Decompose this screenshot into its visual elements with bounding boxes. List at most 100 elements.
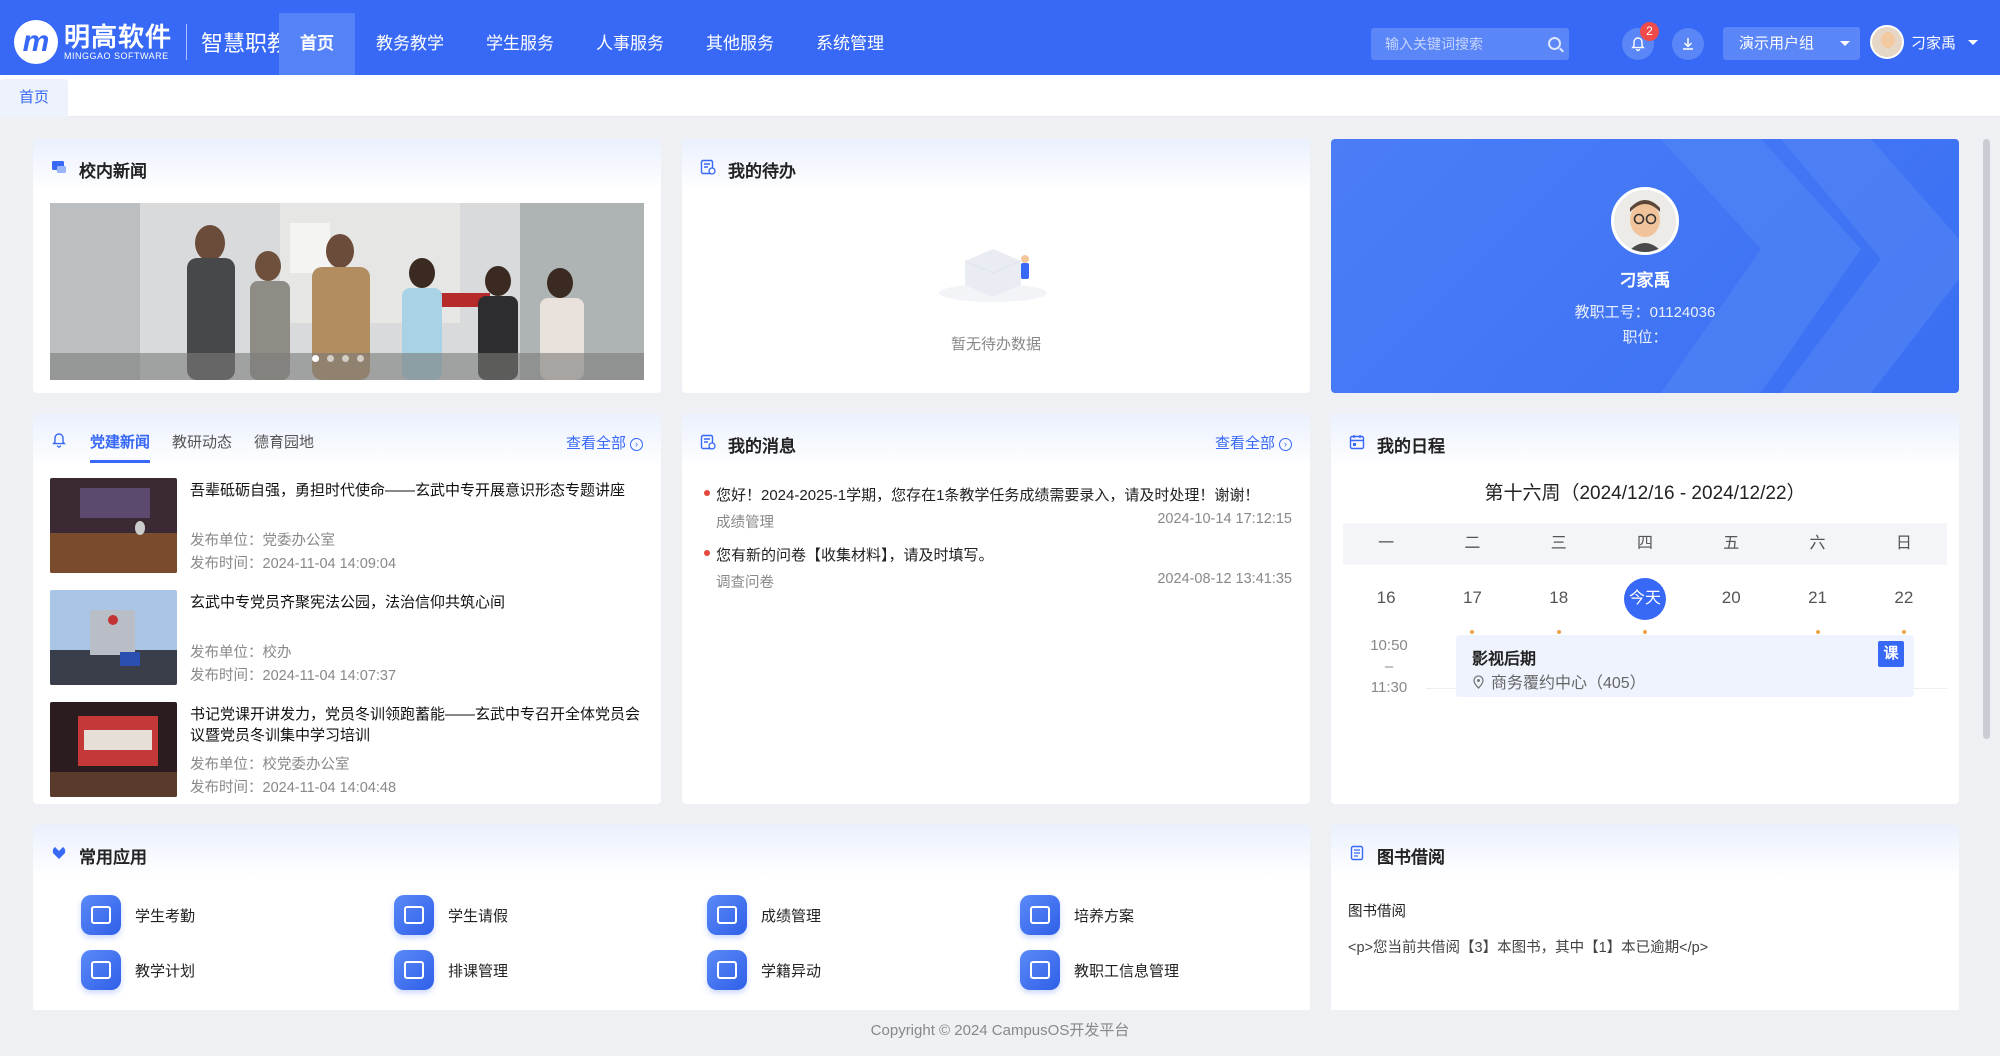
carousel-indicators bbox=[312, 355, 364, 362]
message-source: 成绩管理 bbox=[716, 515, 774, 531]
news-title[interactable]: 吾辈砥砺自强，勇担时代使命——玄武中专开展意识形态专题讲座 bbox=[190, 480, 644, 501]
list-item[interactable]: 玄武中专党员齐聚宪法公园，法治信仰共筑心间 发布单位：校办 发布时间：2024-… bbox=[50, 590, 644, 686]
leave-icon bbox=[394, 895, 434, 935]
weekday-label: 三 bbox=[1550, 535, 1567, 552]
party-news-panel: 党建新闻 教研动态 德育园地 查看全部 › 吾辈砥砺自强，勇担时代使命——玄武中专… bbox=[33, 414, 661, 804]
common-apps-panel: 常用应用 学生考勤 学生请假 成绩管理 培养方案 教学计划 排课管理 学籍异动 … bbox=[33, 825, 1310, 1010]
carousel-dot[interactable] bbox=[357, 355, 364, 362]
scrollbar[interactable] bbox=[1983, 139, 1990, 739]
user-menu[interactable]: 刁家禹 bbox=[1870, 25, 1979, 59]
message-item[interactable]: 您好！2024-2025-1学期，您存在1条教学任务成绩需要录入，请及时处理！谢… bbox=[704, 484, 1292, 531]
news-carousel-image[interactable] bbox=[50, 203, 644, 380]
app-grade-management[interactable]: 成绩管理 bbox=[707, 895, 821, 935]
logo[interactable]: m 明高软件 MINGGAO SOFTWARE 智慧职教 bbox=[14, 20, 289, 64]
event-dot bbox=[1556, 630, 1561, 634]
download-icon bbox=[1683, 38, 1693, 50]
bell-icon bbox=[52, 433, 66, 448]
weekday-label: 二 bbox=[1464, 535, 1481, 552]
profile-card: 刁家禹 教职工号：01124036 职位： bbox=[1331, 139, 1959, 393]
panel-title: 我的日程 bbox=[1377, 437, 1445, 456]
nav-item-home[interactable]: 首页 bbox=[279, 13, 355, 75]
news-photo bbox=[50, 203, 644, 380]
carousel-dot[interactable] bbox=[342, 355, 349, 362]
notification-badge: 2 bbox=[1640, 22, 1659, 41]
avatar bbox=[1614, 190, 1676, 252]
messages-panel: 我的消息 查看全部 › 您好！2024-2025-1学期，您存在1条教学任务成绩需… bbox=[682, 414, 1310, 804]
empty-text: 暂无待办数据 bbox=[950, 336, 1041, 353]
logo-mark-icon: m bbox=[14, 20, 58, 64]
tab-home[interactable]: 首页 bbox=[0, 79, 69, 117]
news-time: 发布时间：2024-11-04 14:04:48 bbox=[190, 780, 397, 796]
nav-item-system[interactable]: 系统管理 bbox=[795, 13, 905, 75]
search-icon[interactable] bbox=[1548, 37, 1561, 50]
news-title[interactable]: 书记党课开讲发力，党员冬训领跑蓄能——玄武中专召开全体党员会议暨党员冬训集中学习… bbox=[190, 704, 644, 746]
news-category-tabs: 党建新闻 教研动态 德育园地 bbox=[90, 431, 314, 463]
day-cell[interactable]: 22 bbox=[1861, 578, 1947, 634]
calendar-icon bbox=[1349, 435, 1365, 450]
app-teaching-plan[interactable]: 教学计划 bbox=[81, 950, 195, 990]
profile-avatar[interactable] bbox=[1611, 187, 1679, 255]
list-item[interactable]: 书记党课开讲发力，党员冬训领跑蓄能——玄武中专召开全体党员会议暨党员冬训集中学习… bbox=[50, 702, 644, 798]
chevron-right-icon: › bbox=[1279, 438, 1292, 451]
campus-news-panel: 校内新闻 bbox=[33, 139, 661, 393]
app-training-plan[interactable]: 培养方案 bbox=[1020, 895, 1134, 935]
panel-title: 我的消息 bbox=[728, 437, 796, 456]
user-group-value: 演示用户组 bbox=[1739, 35, 1815, 52]
time-slot: 10:50 – 11:30 bbox=[1370, 637, 1408, 696]
message-time: 2024-10-14 17:12:15 bbox=[1157, 511, 1292, 527]
day-cell[interactable]: 17 bbox=[1429, 578, 1515, 634]
news-thumbnail bbox=[50, 478, 177, 573]
carousel-dot[interactable] bbox=[312, 355, 319, 362]
notification-button[interactable]: 2 bbox=[1622, 22, 1659, 60]
message-item[interactable]: 您有新的问卷【收集材料】，请及时填写。 调查问卷 2024-08-12 13:4… bbox=[704, 544, 1292, 591]
profile-name: 刁家禹 bbox=[1619, 271, 1671, 290]
app-student-leave[interactable]: 学生请假 bbox=[394, 895, 508, 935]
app-student-attendance[interactable]: 学生考勤 bbox=[81, 895, 195, 935]
event-dot bbox=[1815, 630, 1820, 634]
tab-research[interactable]: 教研动态 bbox=[172, 431, 232, 452]
app-staff-info[interactable]: 教职工信息管理 bbox=[1020, 950, 1179, 990]
schedule-event[interactable]: 影视后期 商务覆约中心（405） 课 bbox=[1456, 635, 1914, 697]
download-button[interactable] bbox=[1672, 28, 1704, 60]
list-item[interactable]: 吾辈砥砺自强，勇担时代使命——玄武中专开展意识形态专题讲座 发布单位：党委办公室… bbox=[50, 478, 644, 574]
main-nav: 首页 教务教学 学生服务 人事服务 其他服务 系统管理 bbox=[279, 13, 905, 75]
carousel-dot[interactable] bbox=[327, 355, 334, 362]
nav-item-student[interactable]: 学生服务 bbox=[465, 13, 575, 75]
graduation-cap-icon bbox=[1020, 895, 1060, 935]
attendance-icon bbox=[81, 895, 121, 935]
event-title: 影视后期 bbox=[1472, 651, 1537, 668]
weekday-label: 六 bbox=[1809, 535, 1826, 552]
event-dot bbox=[1642, 630, 1647, 634]
grade-icon bbox=[707, 895, 747, 935]
day-cell[interactable]: 16 bbox=[1343, 578, 1429, 618]
apps-icon bbox=[52, 847, 66, 859]
panel-title: 校内新闻 bbox=[79, 162, 147, 181]
news-title[interactable]: 玄武中专党员齐聚宪法公园，法治信仰共筑心间 bbox=[190, 592, 644, 613]
brand-sub: 智慧职教 bbox=[201, 31, 290, 56]
library-summary: <p>您当前共借阅【3】本图书，其中【1】本已逾期</p> bbox=[1348, 940, 1709, 956]
view-all-link[interactable]: 查看全部 › bbox=[566, 432, 643, 453]
brand-name-en: MINGGAO SOFTWARE bbox=[64, 50, 169, 61]
app-course-scheduling[interactable]: 排课管理 bbox=[394, 950, 508, 990]
day-cell-today[interactable]: 今天 bbox=[1602, 578, 1688, 634]
message-text: 您好！2024-2025-1学期，您存在1条教学任务成绩需要录入，请及时处理！谢… bbox=[704, 484, 1292, 505]
schedule-panel: 我的日程 第十六周（2024/12/16 - 2024/12/22） 一 二 三… bbox=[1331, 414, 1959, 804]
nav-item-other[interactable]: 其他服务 bbox=[685, 13, 795, 75]
event-dot bbox=[1901, 630, 1906, 634]
tab-party-news[interactable]: 党建新闻 bbox=[90, 431, 151, 463]
day-cell[interactable]: 21 bbox=[1774, 578, 1860, 634]
weekday-label: 四 bbox=[1636, 535, 1653, 552]
weekday-header: 一 二 三 四 五 六 日 bbox=[1343, 523, 1947, 565]
nav-item-hr[interactable]: 人事服务 bbox=[575, 13, 685, 75]
app-enrollment-change[interactable]: 学籍异动 bbox=[707, 950, 821, 990]
weekday-label: 日 bbox=[1895, 535, 1912, 552]
message-time: 2024-08-12 13:41:35 bbox=[1157, 571, 1292, 587]
day-cell[interactable]: 20 bbox=[1688, 578, 1774, 618]
search-input[interactable]: 输入关键词搜索 bbox=[1371, 28, 1569, 60]
user-group-select[interactable]: 演示用户组 bbox=[1723, 27, 1860, 60]
tab-moral-education[interactable]: 德育园地 bbox=[254, 431, 314, 452]
day-cell[interactable]: 18 bbox=[1516, 578, 1602, 634]
nav-item-teaching[interactable]: 教务教学 bbox=[355, 13, 465, 75]
view-all-link[interactable]: 查看全部 › bbox=[1215, 432, 1292, 453]
brand-name: 明高软件 bbox=[64, 21, 173, 52]
